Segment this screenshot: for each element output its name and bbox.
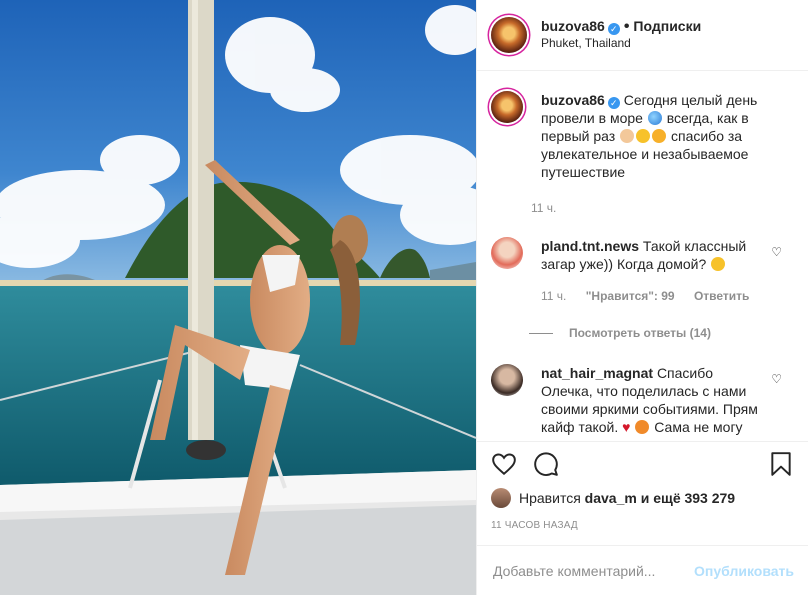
likes-count[interactable]: и ещё 393 279: [641, 490, 735, 506]
post-caption: buzova86 ✓ Сегодня целый день провели в м…: [477, 71, 808, 181]
comment-time[interactable]: 11 ч.: [541, 289, 566, 303]
post-photo[interactable]: [0, 0, 476, 595]
post-side-panel: buzova86 ✓ • Подписки Phuket, Thailand buzo…: [476, 0, 808, 595]
comment-input[interactable]: [491, 562, 695, 580]
add-comment-bar: Опубликовать: [477, 545, 808, 596]
post-location[interactable]: Phuket, Thailand: [541, 35, 701, 52]
red-heart-emoji-icon: ♥: [622, 419, 631, 435]
commenter-username[interactable]: nat_hair_magnat: [541, 365, 653, 381]
post-header: buzova86 ✓ • Подписки Phuket, Thailand: [477, 0, 808, 71]
like-heart-icon[interactable]: [491, 451, 517, 477]
hugging-face-emoji-icon: [711, 257, 726, 271]
commenter-avatar[interactable]: [491, 237, 523, 269]
separator-dot: •: [623, 18, 630, 35]
author-avatar[interactable]: [491, 17, 527, 53]
comment-body: pland.tnt.news Такой классный загар уже)…: [541, 237, 766, 305]
caption-time[interactable]: 11 ч.: [531, 201, 808, 215]
comment-bubble-icon[interactable]: [533, 451, 559, 477]
likes-summary: Нравится dava_m и ещё 393 279: [491, 488, 735, 508]
commenter-username[interactable]: pland.tnt.news: [541, 238, 639, 254]
header-text: buzova86 ✓ • Подписки Phuket, Thailand: [541, 18, 701, 52]
liker-avatar[interactable]: [491, 488, 511, 508]
action-bar: [477, 441, 808, 486]
comment-item: pland.tnt.news Такой классный загар уже)…: [477, 237, 808, 305]
view-replies-button[interactable]: Посмотреть ответы (14): [529, 326, 808, 340]
reply-button[interactable]: Ответить: [694, 289, 749, 303]
verified-check-icon: ✓: [607, 23, 620, 35]
comment-item: nat_hair_magnat Спасибо Олечка, что поде…: [477, 364, 808, 441]
comment-likes[interactable]: "Нравится": 99: [586, 289, 675, 303]
caption-username[interactable]: buzova86: [541, 92, 605, 108]
likes-prefix: Нравится: [519, 490, 581, 506]
comment-meta: 11 ч. "Нравится": 99 Ответить: [541, 287, 766, 305]
author-username[interactable]: buzova86: [541, 18, 605, 34]
caption-text: buzova86 ✓ Сегодня целый день провели в м…: [541, 91, 771, 181]
wave-emoji-icon: [647, 111, 662, 125]
hugging-face-emoji-icon: [636, 129, 651, 143]
liker-username[interactable]: dava_m: [585, 490, 637, 506]
following-button[interactable]: Подписки: [633, 18, 701, 34]
fox-face-emoji-icon: [635, 420, 650, 434]
comment-body: nat_hair_magnat Спасибо Олечка, что поде…: [541, 364, 766, 441]
commenter-avatar[interactable]: [491, 364, 523, 396]
comments-section[interactable]: buzova86 ✓ Сегодня целый день провели в м…: [477, 71, 808, 441]
verified-check-icon: ✓: [607, 97, 620, 109]
caption-avatar[interactable]: [491, 91, 523, 123]
photo-illustration: [0, 0, 476, 595]
grinning-face-emoji-icon: [652, 129, 667, 143]
comment-like-heart-icon[interactable]: ♡: [771, 372, 782, 386]
instagram-post: buzova86 ✓ • Подписки Phuket, Thailand buzo…: [0, 0, 808, 595]
bookmark-icon[interactable]: [768, 451, 794, 477]
post-timestamp[interactable]: 11 ЧАСОВ НАЗАД: [491, 520, 578, 531]
comment-like-heart-icon[interactable]: ♡: [771, 245, 782, 259]
clapping-hands-emoji-icon: [620, 129, 635, 143]
publish-button[interactable]: Опубликовать: [694, 563, 794, 579]
